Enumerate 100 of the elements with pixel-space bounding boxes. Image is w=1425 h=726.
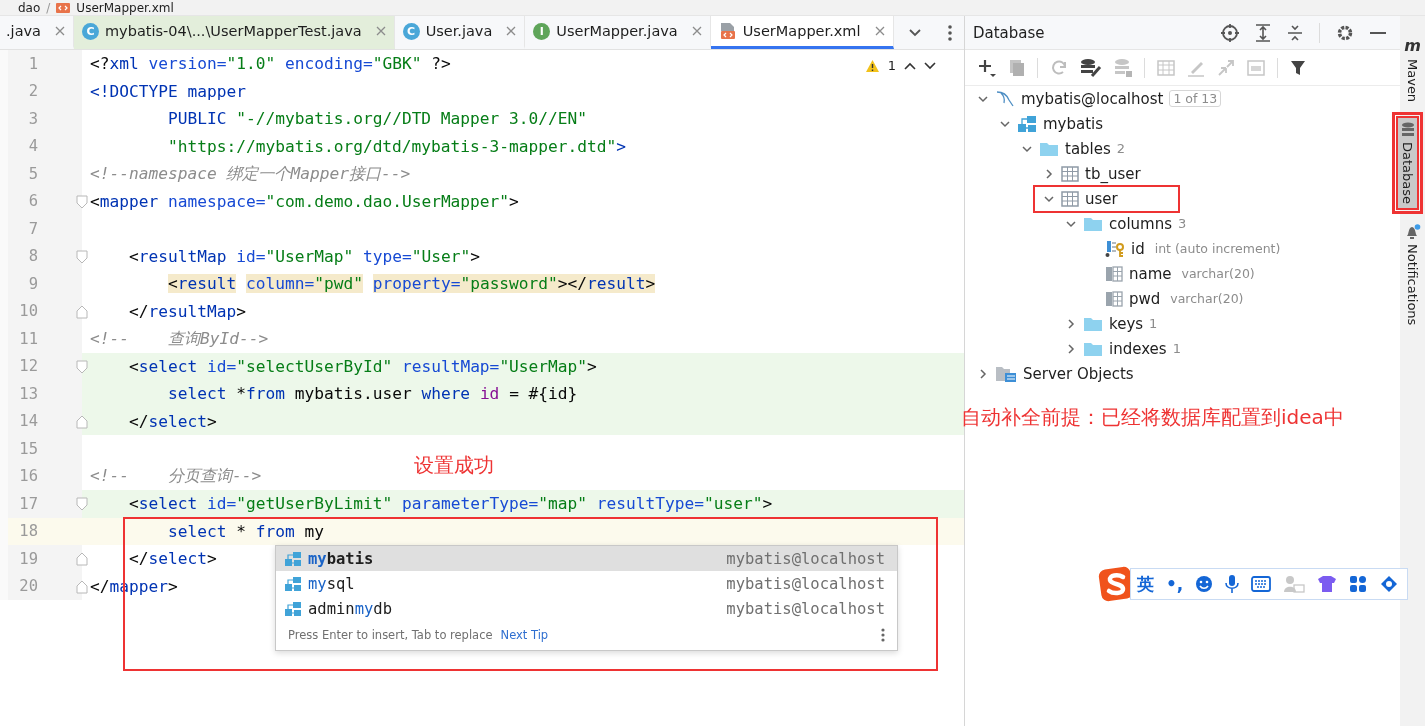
code-line: PUBLIC "-//mybatis.org//DTD Mapper 3.0//EN" (166, 109, 588, 129)
completion-item[interactable]: mybatis mybatis@localhost (276, 546, 897, 571)
crosshair-icon[interactable] (1221, 23, 1239, 42)
tool-window-button[interactable]: Notifications (1401, 220, 1424, 330)
collapse-all-icon[interactable] (1287, 23, 1303, 42)
settings-icon[interactable] (1336, 23, 1354, 42)
hint-text: Press Enter to insert, Tab to replace (288, 628, 493, 642)
chevron-right-icon[interactable] (977, 367, 989, 380)
close-icon[interactable] (691, 26, 702, 36)
close-icon[interactable] (55, 26, 65, 36)
chevron-down-icon[interactable] (924, 61, 936, 70)
close-icon[interactable] (375, 26, 386, 36)
file-type-icon: C (402, 22, 420, 40)
folder-icon (1083, 215, 1103, 232)
table-icon (1061, 190, 1079, 207)
editor-tab[interactable]: I UserMapper.java (525, 16, 711, 49)
breadcrumb-separator: / (46, 0, 51, 15)
item-count: 3 (1178, 216, 1187, 231)
editor-tab[interactable]: C mybatis-04\...\UserMapperTest.java (74, 16, 395, 49)
line-number: 12 (18, 357, 38, 376)
tree-item[interactable]: indexes (1109, 339, 1167, 358)
tree-item[interactable]: columns (1109, 214, 1173, 233)
tree-item[interactable]: name (1129, 264, 1172, 283)
breadcrumb-item[interactable]: dao (18, 0, 41, 15)
annotation-text: 自动补全前提：已经将数据库配置到idea中 (961, 404, 1345, 431)
schema-icon (1017, 114, 1037, 133)
breadcrumb-item[interactable]: UserMapper.xml (76, 0, 174, 15)
bell-icon (1404, 224, 1421, 241)
line-number: 7 (27, 219, 38, 238)
line-number: 10 (18, 302, 38, 321)
file-type-icon: C (82, 22, 99, 40)
line-number: 13 (18, 384, 38, 403)
more-icon[interactable] (948, 24, 952, 41)
chevron-right-icon[interactable] (1065, 317, 1077, 330)
code-line: <!DOCTYPE mapper (90, 81, 246, 101)
microphone-icon[interactable] (1225, 574, 1240, 594)
line-number: 16 (18, 467, 38, 486)
chevron-right-icon[interactable] (1065, 342, 1077, 355)
code-line: "https://mybatis.org/dtd/mybatis-3-mapper.dtd"> (166, 136, 627, 156)
tool-window-button[interactable]: m Maven (1401, 32, 1424, 107)
line-number: 14 (18, 412, 38, 431)
editor-tab[interactable]: UserMapper.xml (710, 16, 894, 49)
code-line: </select> (128, 549, 217, 569)
expand-all-icon[interactable] (1255, 23, 1271, 42)
tree-item[interactable]: keys (1109, 314, 1144, 333)
chevron-down-icon[interactable] (908, 27, 922, 38)
warning-icon[interactable] (864, 58, 880, 73)
chevron-right-icon[interactable] (1043, 167, 1055, 180)
line-number: 9 (27, 274, 38, 293)
close-icon[interactable] (506, 26, 517, 36)
next-tip-link[interactable]: Next Tip (500, 628, 549, 642)
column-type: varchar(20) (1181, 266, 1255, 281)
maven-icon: m (1404, 36, 1421, 55)
punctuation-toggle[interactable]: •, (1166, 574, 1184, 594)
warning-count: 1 (887, 58, 896, 73)
tree-item[interactable]: mybatis (1043, 114, 1104, 133)
code-line: </select> (128, 411, 217, 431)
database-tools-icon[interactable] (1080, 57, 1102, 78)
line-number: 1 (27, 54, 38, 73)
keyboard-icon[interactable] (1251, 576, 1272, 592)
schema-icon (284, 575, 302, 592)
chevron-up-icon[interactable] (904, 61, 916, 70)
code-line: <resultMap id="UserMap" type="User"> (128, 246, 480, 266)
file-type-icon: I (533, 22, 551, 40)
tree-item[interactable]: mybatis@localhost (1021, 89, 1164, 108)
apps-icon[interactable] (1349, 575, 1368, 593)
language-toggle[interactable]: 英 (1137, 572, 1154, 596)
server-objects-icon (995, 364, 1017, 383)
smiley-icon[interactable] (1195, 575, 1214, 593)
column-icon (1105, 265, 1123, 282)
line-number: 3 (27, 109, 38, 128)
folder-icon (1083, 315, 1103, 332)
line-number: 2 (27, 82, 38, 101)
tree-item[interactable]: tb_user (1085, 164, 1141, 183)
add-icon[interactable] (977, 57, 997, 78)
line-number: 20 (18, 577, 38, 596)
editor-tab[interactable]: C User.java (394, 16, 526, 49)
count-badge[interactable]: 1 of 13 (1169, 90, 1222, 107)
completion-item[interactable]: adminmydb mybatis@localhost (276, 596, 897, 621)
schema-icon (284, 550, 302, 567)
close-icon[interactable] (874, 26, 885, 36)
completion-item[interactable]: mysql mybatis@localhost (276, 571, 897, 596)
database-icon (1400, 122, 1415, 139)
column-type: int (auto increment) (1154, 241, 1281, 256)
code-line: </resultMap> (128, 301, 246, 321)
tree-item[interactable]: tables (1065, 139, 1111, 158)
tree-item[interactable]: Server Objects (1023, 364, 1134, 383)
line-number: 8 (27, 247, 38, 266)
folder-icon (1083, 340, 1103, 357)
item-count: 2 (1116, 141, 1126, 156)
shirt-icon[interactable] (1317, 575, 1338, 593)
code-line: <!-- 分页查询--> (90, 465, 262, 488)
tree-item[interactable]: id (1131, 239, 1145, 258)
tree-item[interactable]: user (1085, 189, 1118, 208)
more-icon[interactable] (881, 628, 885, 642)
code-line: <mapper namespace="com.demo.dao.UserMapper"> (90, 191, 519, 211)
code-line: select * from my (166, 521, 324, 541)
line-number: 4 (27, 137, 38, 156)
filter-icon[interactable] (1290, 59, 1306, 76)
tree-item[interactable]: pwd (1129, 289, 1161, 308)
